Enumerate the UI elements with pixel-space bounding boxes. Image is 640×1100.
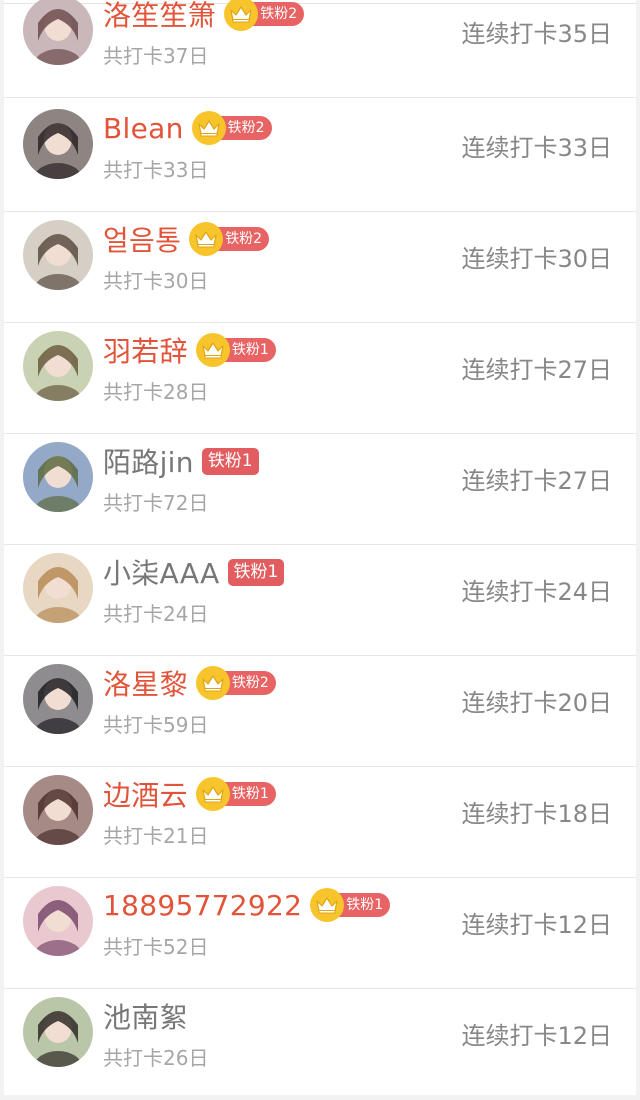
checkin-ranking-list: 洛笙笙箫 铁粉2 共打卡37日 连续打卡35日 Blean 铁粉2 共打卡33日 连续打卡33… [4,0,636,1095]
name-line: 陌路jin 铁粉1 [103,441,259,481]
name-line: 边酒云 铁粉1 [103,774,276,814]
avatar[interactable] [23,442,93,512]
fan-badge: 铁粉1 [195,333,276,367]
member-row[interactable]: 池南絮共打卡26日 连续打卡12日 [4,990,636,1100]
member-name[interactable]: 小柒AAA [103,552,220,592]
avatar[interactable] [23,220,93,290]
member-name[interactable]: Blean [103,112,184,145]
fan-badge: 铁粉2 [224,0,305,31]
member-row[interactable]: 边酒云 铁粉1 共打卡21日 连续打卡18日 [4,768,636,878]
streak-checkin-count: 连续打卡33日 [461,134,612,162]
total-checkin-count: 共打卡33日 [103,158,209,182]
member-name[interactable]: 池南絮 [103,996,188,1036]
crown-icon [195,666,230,700]
fan-badge: 铁粉2 [191,111,272,145]
name-line: Blean 铁粉2 [103,108,272,148]
total-checkin-count: 共打卡26日 [103,1046,209,1070]
member-row[interactable]: 얼음통 铁粉2 共打卡30日 连续打卡30日 [4,213,636,323]
avatar[interactable] [23,775,93,845]
streak-checkin-count: 连续打卡12日 [461,1022,612,1050]
member-name[interactable]: 边酒云 [103,774,188,814]
member-row[interactable]: Blean 铁粉2 共打卡33日 连续打卡33日 [4,102,636,212]
crown-icon [189,222,224,256]
avatar[interactable] [23,886,93,956]
total-checkin-count: 共打卡52日 [103,935,209,959]
streak-checkin-count: 连续打卡24日 [461,578,612,606]
member-row[interactable]: 18895772922 铁粉1 共打卡52日 连续打卡12日 [4,879,636,989]
name-line: 얼음통 铁粉2 [103,219,270,259]
fan-level-label: 铁粉1 [227,558,285,586]
name-line: 小柒AAA 铁粉1 [103,552,285,592]
streak-checkin-count: 连续打卡27日 [461,467,612,495]
name-line: 羽若辞 铁粉1 [103,330,276,370]
avatar[interactable] [23,331,93,401]
name-line: 洛笙笙箫 铁粉2 [103,0,305,34]
avatar[interactable] [23,997,93,1067]
fan-badge: 铁粉2 [195,666,276,700]
member-row[interactable]: 小柒AAA 铁粉1 共打卡24日 连续打卡24日 [4,546,636,656]
crown-icon [195,333,230,367]
streak-checkin-count: 连续打卡30日 [461,245,612,273]
name-line: 洛星黎 铁粉2 [103,663,276,703]
fan-badge: 铁粉1 [195,777,276,811]
member-row[interactable]: 羽若辞 铁粉1 共打卡28日 连续打卡27日 [4,324,636,434]
name-line: 18895772922 铁粉1 [103,885,391,925]
streak-checkin-count: 连续打卡35日 [461,20,612,48]
fan-badge: 铁粉1 [201,447,259,475]
total-checkin-count: 共打卡24日 [103,602,209,626]
member-row[interactable]: 陌路jin 铁粉1 共打卡72日 连续打卡27日 [4,435,636,545]
crown-icon [195,777,230,811]
member-row[interactable]: 洛星黎 铁粉2 共打卡59日 连续打卡20日 [4,657,636,767]
member-name[interactable]: 洛笙笙箫 [103,0,216,34]
fan-badge: 铁粉1 [310,888,391,922]
avatar[interactable] [23,0,93,65]
member-row[interactable]: 洛笙笙箫 铁粉2 共打卡37日 连续打卡35日 [4,0,636,98]
total-checkin-count: 共打卡37日 [103,44,209,68]
member-name[interactable]: 羽若辞 [103,330,188,370]
streak-checkin-count: 连续打卡18日 [461,800,612,828]
total-checkin-count: 共打卡72日 [103,491,209,515]
crown-icon [224,0,259,31]
member-name[interactable]: 18895772922 [103,889,302,922]
name-line: 池南絮 [103,996,188,1036]
streak-checkin-count: 连续打卡27日 [461,356,612,384]
crown-icon [191,111,226,145]
fan-badge: 铁粉1 [227,558,285,586]
total-checkin-count: 共打卡59日 [103,713,209,737]
total-checkin-count: 共打卡28日 [103,380,209,404]
avatar[interactable] [23,109,93,179]
fan-level-label: 铁粉1 [201,447,259,475]
avatar[interactable] [23,664,93,734]
member-name[interactable]: 陌路jin [103,441,194,481]
streak-checkin-count: 连续打卡20日 [461,689,612,717]
total-checkin-count: 共打卡21日 [103,824,209,848]
avatar[interactable] [23,553,93,623]
total-checkin-count: 共打卡30日 [103,269,209,293]
streak-checkin-count: 连续打卡12日 [461,911,612,939]
fan-badge: 铁粉2 [189,222,270,256]
member-name[interactable]: 얼음통 [103,219,181,259]
member-name[interactable]: 洛星黎 [103,663,188,703]
